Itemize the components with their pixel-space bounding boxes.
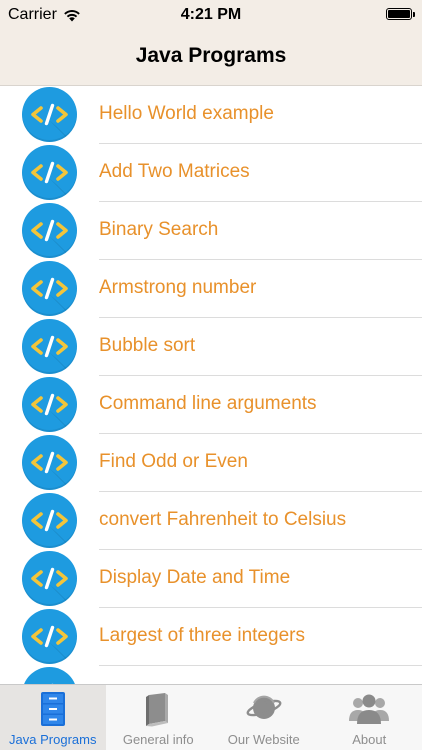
code-icon — [22, 667, 77, 684]
planet-icon — [246, 695, 282, 719]
code-icon — [22, 377, 77, 432]
tab-label: Java Programs — [9, 732, 97, 747]
code-icon — [22, 551, 77, 606]
program-list[interactable]: Hello World example Add Two Matrices Bin… — [0, 86, 422, 684]
list-item-label: Command line arguments — [99, 393, 317, 414]
battery-icon — [386, 8, 415, 20]
list-item-label: Hello World example — [99, 103, 274, 124]
list-item-label: convert Fahrenheit to Celsius — [99, 509, 347, 530]
tab-label: General info — [122, 732, 194, 747]
list-item[interactable]: Largest of three integers — [0, 608, 422, 666]
code-icon — [22, 203, 77, 258]
people-icon — [349, 694, 390, 724]
list-item[interactable]: Bubble sort — [0, 318, 422, 376]
code-icon — [22, 145, 77, 200]
tab-label: About — [352, 732, 387, 747]
tab-about[interactable]: About — [317, 685, 422, 750]
header: Carrier 4:21 PM Java Programs — [0, 0, 422, 86]
code-icon — [22, 261, 77, 316]
list-item-label: Add Two Matrices — [99, 161, 250, 182]
list-item[interactable]: Add Two Matrices — [0, 144, 422, 202]
page-title: Java Programs — [135, 44, 287, 67]
list-item-label: Largest of three integers — [99, 625, 305, 646]
status-time: 4:21 PM — [180, 6, 242, 23]
code-icon — [22, 609, 77, 664]
list-item[interactable]: Find Odd or Even — [0, 434, 422, 492]
list-item-label: Bubble sort — [99, 335, 196, 356]
list-item-label: Armstrong number — [99, 277, 257, 298]
list-item[interactable]: convert Fahrenheit to Celsius — [0, 492, 422, 550]
code-icon — [22, 87, 77, 142]
list-item[interactable]: Binary Search — [0, 202, 422, 260]
list-item[interactable]: Hello World example — [0, 86, 422, 144]
list-item-label: Binary Search — [99, 219, 219, 240]
list-item[interactable]: Armstrong number — [0, 260, 422, 318]
code-icon — [22, 319, 77, 374]
book-icon — [146, 693, 169, 727]
code-icon — [22, 435, 77, 490]
list-item[interactable]: Display Date and Time — [0, 550, 422, 608]
tab-label: Our Website — [227, 732, 300, 747]
status-bar: Carrier 4:21 PM — [0, 0, 422, 30]
tab-our-website[interactable]: Our Website — [211, 685, 317, 750]
list-item[interactable]: Command line arguments — [0, 376, 422, 434]
list-item[interactable] — [0, 666, 422, 684]
file-cabinet-icon — [40, 692, 65, 726]
tab-java-programs[interactable]: Java Programs — [0, 685, 106, 750]
tab-general-info[interactable]: General info — [106, 685, 212, 750]
tab-bar: Java Programs General info Our Website A… — [0, 684, 422, 750]
list-item-label: Find Odd or Even — [99, 451, 248, 472]
list-item-label: Display Date and Time — [99, 567, 291, 588]
code-icon — [22, 493, 77, 548]
